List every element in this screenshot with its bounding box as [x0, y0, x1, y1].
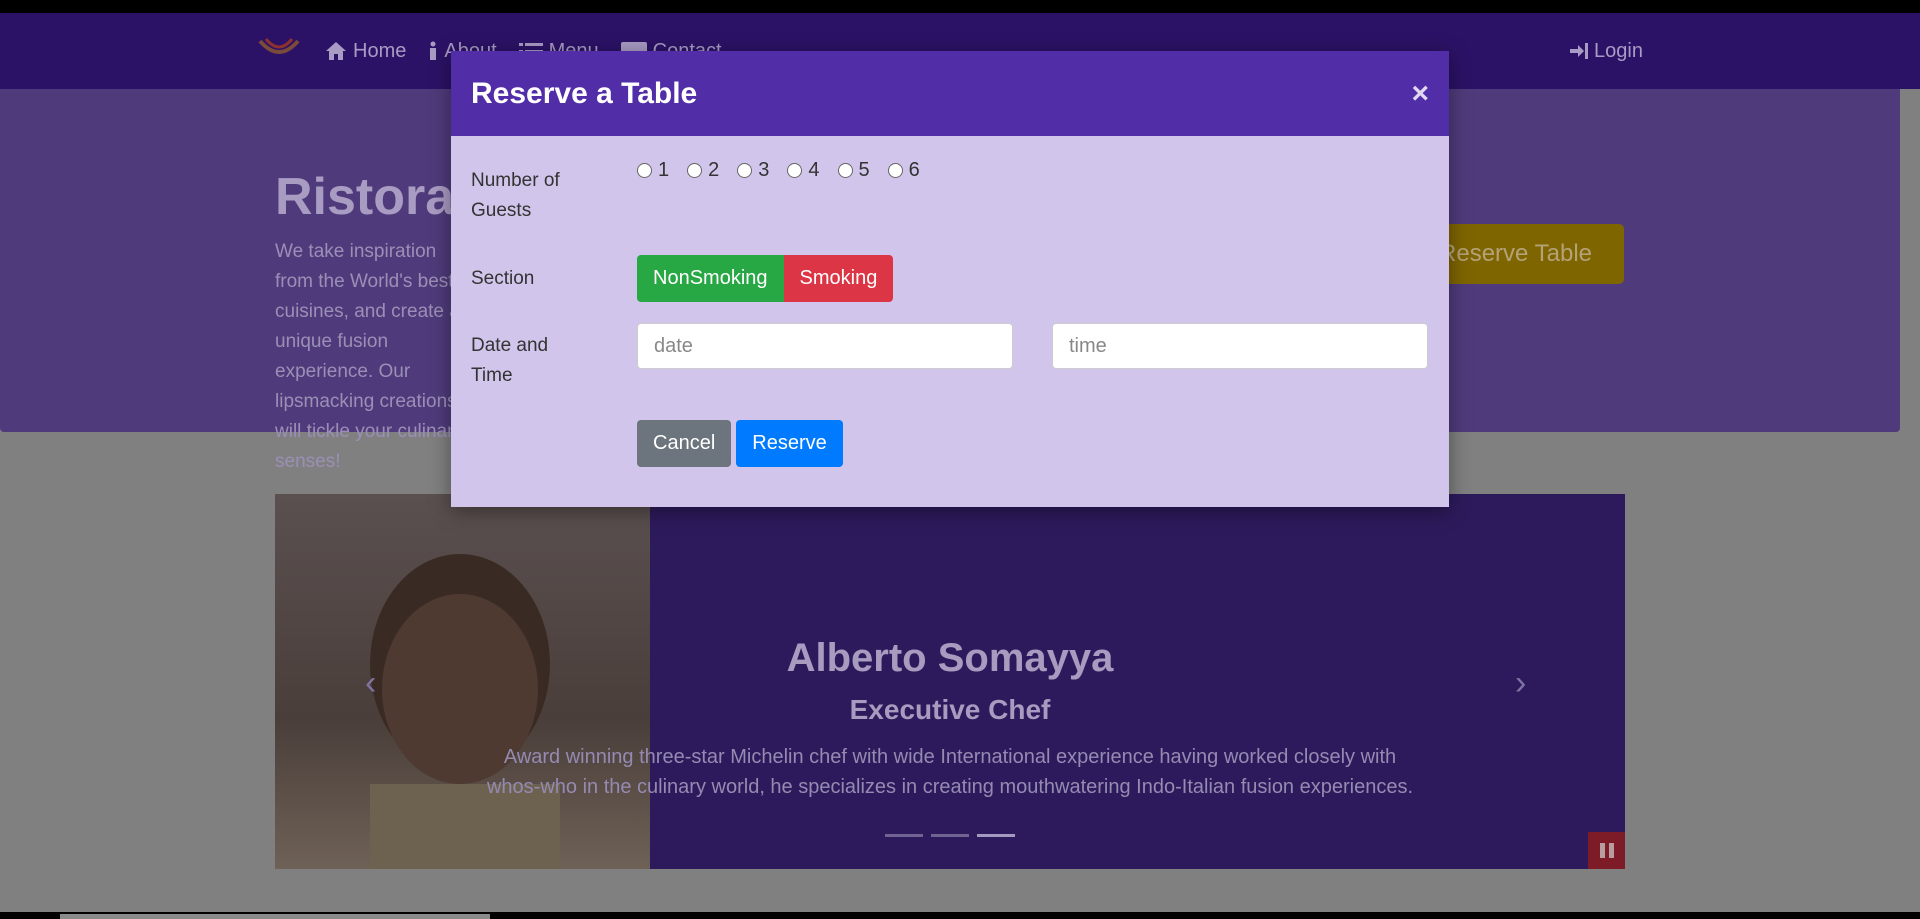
home-icon — [326, 42, 346, 60]
carousel-indicator-active[interactable] — [977, 834, 1015, 837]
smoking-button[interactable]: Smoking — [783, 255, 894, 302]
jumbotron-text: We take inspiration from the World's bes… — [275, 241, 463, 472]
nav-item-home[interactable]: Home — [325, 40, 406, 63]
close-icon[interactable]: × — [1411, 77, 1429, 111]
info-icon — [430, 41, 437, 60]
section-button-group: NonSmoking Smoking — [637, 255, 894, 302]
nonsmoking-button[interactable]: NonSmoking — [637, 255, 784, 302]
time-placeholder: time — [1069, 334, 1107, 357]
radio-label: 4 — [808, 159, 820, 181]
sign-in-icon — [1570, 43, 1588, 59]
jumbotron-title: Ristorante Con Fusion — [275, 168, 475, 226]
leaders-carousel: Alberto Somayya Executive Chef Award win… — [275, 494, 1625, 869]
radio-circle-icon — [737, 163, 753, 178]
guests-radio-group: 1 2 3 4 5 6 — [637, 159, 920, 182]
carousel-caption: Alberto Somayya Executive Chef Award win… — [275, 494, 1625, 869]
carousel-pause-button[interactable] — [1588, 832, 1625, 869]
datetime-label: Date and Time — [471, 335, 549, 386]
radio-label: 2 — [708, 159, 720, 181]
radio-circle-icon — [637, 163, 652, 178]
radio-label: 5 — [858, 159, 870, 181]
guests-radio-1[interactable]: 1 — [637, 159, 669, 182]
guests-radio-5[interactable]: 5 — [837, 159, 870, 182]
login-link[interactable]: Login — [1570, 13, 1643, 89]
logo-icon — [258, 38, 300, 54]
pause-icon — [1599, 843, 1605, 858]
chef-name: Alberto Somayya — [786, 636, 1114, 680]
time-input[interactable]: time — [1052, 323, 1428, 369]
pause-icon — [1608, 843, 1614, 858]
carousel-indicator[interactable] — [885, 834, 923, 837]
radio-label: 1 — [658, 159, 670, 181]
modal-actions: Cancel Reserve — [637, 420, 843, 467]
guests-radio-4[interactable]: 4 — [787, 159, 820, 182]
bottom-bar — [0, 912, 1920, 919]
login-label: Login — [1594, 39, 1643, 62]
guests-radio-3[interactable]: 3 — [737, 159, 769, 182]
chef-role: Executive Chef — [849, 694, 1051, 725]
section-label: Section — [471, 268, 535, 289]
radio-circle-icon — [687, 163, 703, 178]
carousel-prev-icon[interactable]: ‹ — [365, 664, 376, 703]
modal-title: Reserve a Table — [471, 76, 698, 110]
carousel-indicator[interactable] — [931, 834, 969, 837]
reserve-table-modal: Reserve a Table × Number of Guests 1 2 3… — [451, 51, 1449, 507]
radio-circle-icon — [887, 163, 903, 178]
date-input[interactable]: date — [637, 323, 1013, 369]
chef-description: Award winning three-star Michelin chef w… — [486, 746, 1414, 798]
radio-label: 3 — [758, 159, 770, 181]
radio-label: 6 — [908, 159, 920, 181]
nav-item-label: Home — [353, 39, 407, 62]
reserve-table-label: Reserve Table — [1439, 240, 1592, 267]
cancel-button[interactable]: Cancel — [637, 420, 732, 467]
bottom-bar-segment — [60, 914, 490, 919]
radio-circle-icon — [837, 163, 853, 178]
modal-header: Reserve a Table × — [451, 51, 1449, 136]
guests-radio-2[interactable]: 2 — [687, 159, 719, 182]
restaurant-logo[interactable] — [255, 31, 303, 71]
carousel-indicators — [885, 834, 1015, 837]
guests-label: Number of Guests — [471, 170, 560, 221]
top-black-bar — [0, 0, 1920, 13]
radio-circle-icon — [787, 163, 803, 178]
carousel-next-icon[interactable]: › — [1515, 664, 1526, 703]
date-placeholder: date — [654, 334, 693, 357]
guests-radio-6[interactable]: 6 — [887, 159, 920, 182]
reserve-button[interactable]: Reserve — [736, 420, 843, 467]
